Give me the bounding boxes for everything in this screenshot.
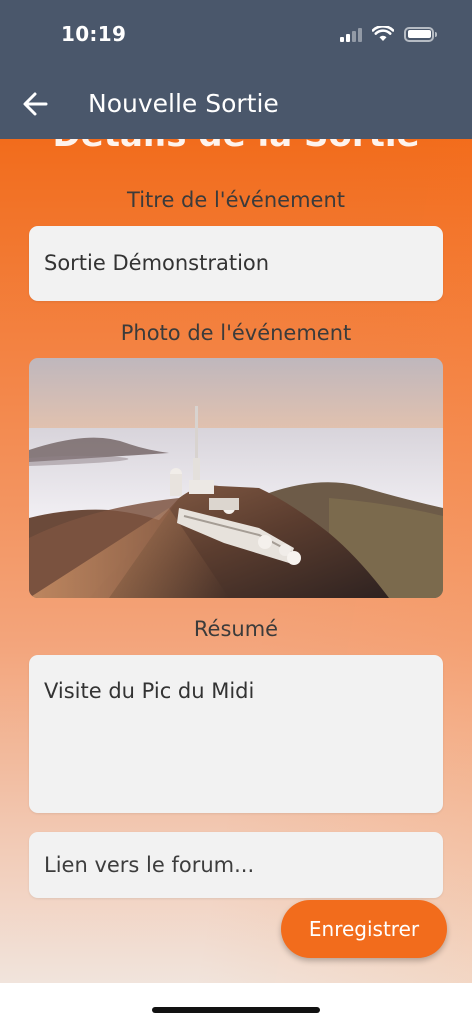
status-time: 10:19	[61, 22, 127, 46]
title-field[interactable]: Sortie Démonstration	[29, 226, 443, 301]
home-indicator	[152, 1007, 320, 1013]
title-field-value: Sortie Démonstration	[44, 251, 270, 275]
forum-link-placeholder: Lien vers le forum...	[44, 853, 255, 877]
title-label: Titre de l'événement	[127, 188, 345, 212]
arrow-left-icon	[23, 92, 48, 116]
summary-field-value: Visite du Pic du Midi	[44, 679, 255, 703]
forum-link-field[interactable]: Lien vers le forum...	[29, 832, 443, 898]
save-button[interactable]: Enregistrer	[281, 900, 447, 958]
back-button[interactable]	[18, 87, 52, 121]
status-bar: 10:19	[0, 0, 472, 70]
event-photo[interactable]	[29, 358, 443, 598]
mountain-observatory-image	[29, 358, 443, 598]
summary-field[interactable]: Visite du Pic du Midi	[29, 655, 443, 813]
status-icons	[340, 26, 437, 42]
summary-label: Résumé	[193, 617, 279, 641]
app-header: 10:19 Nouvelle Sortie	[0, 0, 472, 139]
wifi-icon	[372, 26, 394, 41]
section-heading: Détails de la Sortie	[0, 139, 472, 155]
form-content[interactable]: Détails de la Sortie Titre de l'événemen…	[0, 139, 472, 983]
photo-label: Photo de l'événement	[120, 321, 352, 345]
cellular-signal-icon	[340, 26, 362, 42]
battery-icon	[404, 26, 437, 42]
page-title: Nouvelle Sortie	[88, 89, 279, 118]
nav-bar: Nouvelle Sortie	[0, 70, 472, 139]
